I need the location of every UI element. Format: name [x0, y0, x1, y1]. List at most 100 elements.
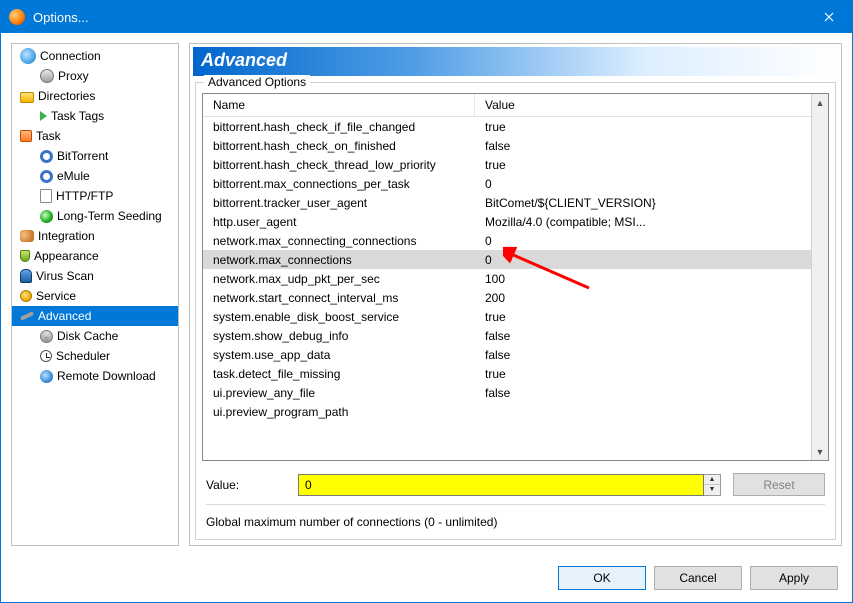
gear-icon [40, 170, 53, 183]
option-row[interactable]: bittorrent.tracker_user_agentBitComet/${… [203, 193, 811, 212]
task-icon [20, 130, 32, 142]
option-row[interactable]: network.max_connecting_connections0 [203, 231, 811, 250]
option-row[interactable]: ui.preview_any_filefalse [203, 383, 811, 402]
tree-item-advanced[interactable]: Advanced [12, 306, 178, 326]
option-description: Global maximum number of connections (0 … [196, 509, 835, 539]
header-value[interactable]: Value [475, 94, 811, 116]
option-row[interactable]: network.max_connections0 [203, 250, 811, 269]
option-value: 0 [475, 234, 811, 248]
option-row[interactable]: bittorrent.hash_check_thread_low_priorit… [203, 155, 811, 174]
option-value: false [475, 139, 811, 153]
scrollbar[interactable]: ▲ ▼ [811, 94, 828, 460]
seed-icon [40, 210, 53, 223]
tree-item-task[interactable]: Task [12, 126, 178, 146]
options-tree[interactable]: Connection Proxy Directories Task Tags Task B… [11, 43, 179, 546]
option-name: system.show_debug_info [203, 329, 475, 343]
tree-item-label: Directories [38, 89, 95, 103]
option-value: Mozilla/4.0 (compatible; MSI... [475, 215, 811, 229]
close-icon [824, 12, 834, 22]
tree-item-long-term-seeding[interactable]: Long-Term Seeding [12, 206, 178, 226]
advanced-options-group: Advanced Options Name Value bittorrent.h… [195, 82, 836, 540]
remote-icon [40, 370, 53, 383]
close-button[interactable] [806, 1, 852, 33]
option-row[interactable]: task.detect_file_missingtrue [203, 364, 811, 383]
tree-item-proxy[interactable]: Proxy [12, 66, 178, 86]
tree-item-http-ftp[interactable]: HTTP/FTP [12, 186, 178, 206]
options-list: Name Value bittorrent.hash_check_if_file… [202, 93, 829, 461]
option-row[interactable]: bittorrent.hash_check_on_finishedfalse [203, 136, 811, 155]
scroll-up-icon[interactable]: ▲ [812, 94, 828, 111]
tree-item-label: Task [36, 129, 61, 143]
option-value: 100 [475, 272, 811, 286]
service-icon [20, 290, 32, 302]
option-value: true [475, 310, 811, 324]
gear-icon [40, 150, 53, 163]
wrench-icon [20, 311, 34, 321]
tree-item-directories[interactable]: Directories [12, 86, 178, 106]
content: Connection Proxy Directories Task Tags Task B… [1, 33, 852, 556]
globe-icon [20, 48, 36, 64]
tree-item-disk-cache[interactable]: Disk Cache [12, 326, 178, 346]
reset-button[interactable]: Reset [733, 473, 825, 496]
option-row[interactable]: bittorrent.hash_check_if_file_changedtru… [203, 117, 811, 136]
value-row: Value: ▲ ▼ Reset [196, 467, 835, 500]
proxy-icon [40, 69, 54, 83]
value-spinner[interactable]: ▲ ▼ [704, 474, 721, 496]
value-label: Value: [206, 478, 286, 492]
tree-item-remote-download[interactable]: Remote Download [12, 366, 178, 386]
option-name: bittorrent.hash_check_if_file_changed [203, 120, 475, 134]
folder-icon [20, 92, 34, 103]
tree-item-label: Virus Scan [36, 269, 94, 283]
scroll-down-icon[interactable]: ▼ [812, 443, 828, 460]
option-row[interactable]: network.max_udp_pkt_per_sec100 [203, 269, 811, 288]
tree-item-scheduler[interactable]: Scheduler [12, 346, 178, 366]
dialog-buttons: OK Cancel Apply [1, 556, 852, 602]
tree-item-connection[interactable]: Connection [12, 46, 178, 66]
divider [206, 504, 825, 505]
option-value: true [475, 367, 811, 381]
tree-item-emule[interactable]: eMule [12, 166, 178, 186]
value-input[interactable] [298, 474, 704, 496]
option-row[interactable]: ui.preview_program_path [203, 402, 811, 421]
option-row[interactable]: network.start_connect_interval_ms200 [203, 288, 811, 307]
option-row[interactable]: http.user_agentMozilla/4.0 (compatible; … [203, 212, 811, 231]
panel-title: Advanced [193, 47, 838, 76]
tree-item-bittorrent[interactable]: BitTorrent [12, 146, 178, 166]
ok-button[interactable]: OK [558, 566, 646, 590]
tree-item-virus-scan[interactable]: Virus Scan [12, 266, 178, 286]
apply-button[interactable]: Apply [750, 566, 838, 590]
tree-item-label: Disk Cache [57, 329, 118, 343]
tree-item-integration[interactable]: Integration [12, 226, 178, 246]
appear-icon [20, 250, 30, 262]
app-icon [9, 9, 25, 25]
option-name: task.detect_file_missing [203, 367, 475, 381]
tree-item-service[interactable]: Service [12, 286, 178, 306]
sched-icon [40, 350, 52, 362]
option-value: false [475, 348, 811, 362]
option-value: BitComet/${CLIENT_VERSION} [475, 196, 811, 210]
option-row[interactable]: system.enable_disk_boost_servicetrue [203, 307, 811, 326]
option-row[interactable]: bittorrent.max_connections_per_task0 [203, 174, 811, 193]
option-name: ui.preview_any_file [203, 386, 475, 400]
group-label: Advanced Options [204, 75, 310, 89]
tree-item-label: Proxy [58, 69, 89, 83]
header-name[interactable]: Name [203, 94, 475, 116]
tree-item-appearance[interactable]: Appearance [12, 246, 178, 266]
tree-item-label: HTTP/FTP [56, 189, 113, 203]
option-name: network.max_connecting_connections [203, 234, 475, 248]
option-value: true [475, 120, 811, 134]
cancel-button[interactable]: Cancel [654, 566, 742, 590]
option-value: true [475, 158, 811, 172]
spin-up-icon[interactable]: ▲ [704, 475, 720, 486]
tree-item-label: Remote Download [57, 369, 156, 383]
scroll-track[interactable] [812, 111, 828, 443]
spin-down-icon[interactable]: ▼ [704, 485, 720, 495]
option-name: network.max_connections [203, 253, 475, 267]
option-row[interactable]: system.show_debug_infofalse [203, 326, 811, 345]
option-name: bittorrent.tracker_user_agent [203, 196, 475, 210]
titlebar: Options... [1, 1, 852, 33]
tree-item-label: Advanced [38, 309, 91, 323]
tree-item-label: eMule [57, 169, 90, 183]
option-row[interactable]: system.use_app_datafalse [203, 345, 811, 364]
tree-item-task-tags[interactable]: Task Tags [12, 106, 178, 126]
